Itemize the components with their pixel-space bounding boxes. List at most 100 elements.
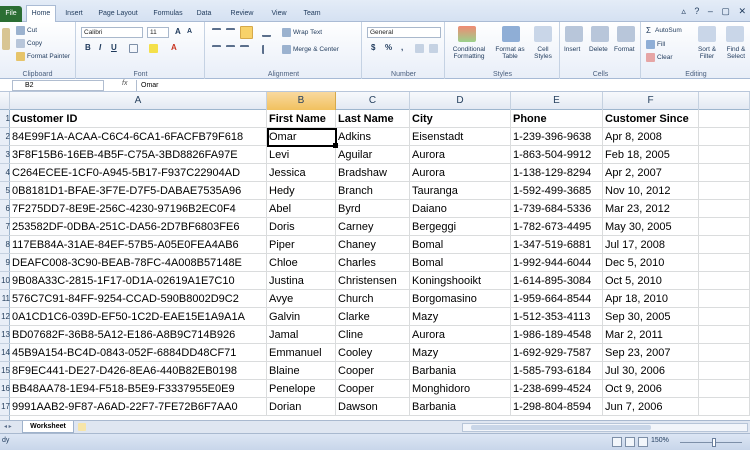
empty-cell[interactable] bbox=[699, 326, 750, 344]
row-header[interactable]: 1 bbox=[0, 110, 10, 128]
paste-icon[interactable] bbox=[2, 28, 10, 50]
wrap-text-button[interactable]: Wrap Text bbox=[293, 29, 322, 36]
delete-cells-icon[interactable] bbox=[591, 26, 609, 42]
sort-filter-icon[interactable] bbox=[698, 26, 716, 42]
customer-since-cell[interactable]: Dec 5, 2010 bbox=[603, 254, 699, 272]
empty-cell[interactable] bbox=[699, 380, 750, 398]
city-cell[interactable]: Koningshooikt bbox=[410, 272, 511, 290]
city-cell[interactable]: Aurora bbox=[410, 326, 511, 344]
minimize-icon[interactable]: – bbox=[708, 6, 713, 16]
empty-cell[interactable] bbox=[699, 110, 750, 128]
row-header[interactable]: 6 bbox=[0, 200, 10, 218]
phone-cell[interactable]: 1-782-673-4495 bbox=[511, 218, 603, 236]
row-header[interactable]: 14 bbox=[0, 344, 10, 362]
column-header-f[interactable]: F bbox=[603, 92, 699, 110]
fill-button[interactable]: Fill bbox=[657, 41, 665, 48]
increase-decimal-icon[interactable] bbox=[415, 44, 424, 53]
city-cell[interactable]: Mazy bbox=[410, 344, 511, 362]
insert-cells-icon[interactable] bbox=[565, 26, 583, 42]
last-name-cell[interactable]: Church bbox=[336, 290, 410, 308]
last-name-cell[interactable]: Charles bbox=[336, 254, 410, 272]
city-cell[interactable]: Tauranga bbox=[410, 182, 511, 200]
cut-button[interactable]: Cut bbox=[27, 27, 37, 34]
first-name-cell[interactable]: Jamal bbox=[267, 326, 336, 344]
autosum-icon[interactable]: Σ bbox=[646, 26, 651, 35]
percent-icon[interactable]: % bbox=[385, 43, 392, 52]
align-top-icon[interactable] bbox=[212, 28, 221, 37]
zoom-slider-thumb[interactable] bbox=[712, 438, 716, 447]
align-middle-icon[interactable] bbox=[226, 28, 235, 37]
align-center-icon[interactable] bbox=[226, 45, 235, 54]
phone-cell[interactable]: 1-863-504-9912 bbox=[511, 146, 603, 164]
customer-since-cell[interactable]: Apr 2, 2007 bbox=[603, 164, 699, 182]
row-header[interactable]: 12 bbox=[0, 308, 10, 326]
empty-cell[interactable] bbox=[699, 218, 750, 236]
customer-since-cell[interactable]: Apr 18, 2010 bbox=[603, 290, 699, 308]
page-layout-view-icon[interactable] bbox=[625, 437, 635, 447]
phone-cell[interactable]: 1-238-699-4524 bbox=[511, 380, 603, 398]
formula-input[interactable]: Omar bbox=[136, 80, 748, 91]
empty-cell[interactable] bbox=[699, 344, 750, 362]
first-name-cell[interactable]: Dorian bbox=[267, 398, 336, 416]
zoom-slider[interactable] bbox=[680, 442, 742, 443]
first-name-cell[interactable]: Piper bbox=[267, 236, 336, 254]
empty-cell[interactable] bbox=[699, 290, 750, 308]
align-bottom-icon[interactable] bbox=[240, 26, 253, 39]
orientation-icon[interactable] bbox=[262, 28, 271, 37]
row-header[interactable]: 3 bbox=[0, 146, 10, 164]
first-name-cell[interactable]: Omar bbox=[267, 128, 336, 146]
help-icon[interactable]: ? bbox=[694, 6, 699, 16]
customer-since-cell[interactable]: Apr 8, 2008 bbox=[603, 128, 699, 146]
name-box[interactable]: B2 bbox=[12, 80, 104, 91]
decrease-decimal-icon[interactable] bbox=[429, 44, 438, 53]
copy-icon[interactable] bbox=[16, 39, 25, 48]
empty-cell[interactable] bbox=[699, 272, 750, 290]
underline-icon[interactable]: U bbox=[111, 43, 117, 52]
indent-icon[interactable] bbox=[262, 45, 271, 54]
phone-cell[interactable]: 1-959-664-8544 bbox=[511, 290, 603, 308]
format-painter-icon[interactable] bbox=[16, 52, 25, 61]
customer-since-cell[interactable]: Feb 18, 2005 bbox=[603, 146, 699, 164]
tab-formulas[interactable]: Formulas bbox=[148, 6, 188, 22]
row-header[interactable]: 7 bbox=[0, 218, 10, 236]
city-cell[interactable]: Mazy bbox=[410, 308, 511, 326]
last-name-cell[interactable]: Cooley bbox=[336, 344, 410, 362]
last-name-cell[interactable]: Branch bbox=[336, 182, 410, 200]
customer-id-cell[interactable]: 9991AAB2-9F87-A6AD-22F7-7FE72B6F7AA0 bbox=[10, 398, 267, 416]
tab-review[interactable]: Review bbox=[226, 6, 258, 22]
first-name-cell[interactable]: Avye bbox=[267, 290, 336, 308]
sheet-nav-icon[interactable]: ◂ ▸ bbox=[4, 423, 12, 430]
row-header[interactable]: 15 bbox=[0, 362, 10, 380]
customer-id-cell[interactable]: 8F9EC441-DE27-D426-8EA6-440B82EB0198 bbox=[10, 362, 267, 380]
merge-center-icon[interactable] bbox=[282, 45, 291, 54]
row-header[interactable]: 4 bbox=[0, 164, 10, 182]
column-header-b[interactable]: B bbox=[267, 92, 336, 110]
tab-page-layout[interactable]: Page Layout bbox=[92, 6, 144, 22]
customer-id-cell[interactable]: 117EB84A-31AE-84EF-57B5-A05E0FEA4AB6 bbox=[10, 236, 267, 254]
last-name-cell[interactable]: Cooper bbox=[336, 380, 410, 398]
customer-id-cell[interactable]: 84E99F1A-ACAA-C6C4-6CA1-6FACFB79F618 bbox=[10, 128, 267, 146]
header-cell-phone[interactable]: Phone bbox=[511, 110, 603, 128]
find-select-button[interactable]: Find & Select bbox=[722, 46, 750, 60]
customer-since-cell[interactable]: Mar 23, 2012 bbox=[603, 200, 699, 218]
phone-cell[interactable]: 1-585-793-6184 bbox=[511, 362, 603, 380]
phone-cell[interactable]: 1-298-804-8594 bbox=[511, 398, 603, 416]
customer-since-cell[interactable]: Jun 7, 2006 bbox=[603, 398, 699, 416]
column-header-e[interactable]: E bbox=[511, 92, 603, 110]
first-name-cell[interactable]: Doris bbox=[267, 218, 336, 236]
first-name-cell[interactable]: Abel bbox=[267, 200, 336, 218]
tab-data[interactable]: Data bbox=[192, 6, 216, 22]
customer-id-cell[interactable]: 45B9A154-BC4D-0843-052F-6884DD48CF71 bbox=[10, 344, 267, 362]
last-name-cell[interactable]: Bradshaw bbox=[336, 164, 410, 182]
phone-cell[interactable]: 1-614-895-3084 bbox=[511, 272, 603, 290]
phone-cell[interactable]: 1-986-189-4548 bbox=[511, 326, 603, 344]
row-header[interactable]: 17 bbox=[0, 398, 10, 416]
customer-since-cell[interactable]: Oct 9, 2006 bbox=[603, 380, 699, 398]
last-name-cell[interactable]: Cline bbox=[336, 326, 410, 344]
city-cell[interactable]: Barbania bbox=[410, 398, 511, 416]
customer-since-cell[interactable]: Jul 17, 2008 bbox=[603, 236, 699, 254]
cell-styles-button[interactable]: Cell Styles bbox=[530, 46, 556, 60]
sort-filter-button[interactable]: Sort & Filter bbox=[694, 46, 720, 60]
first-name-cell[interactable]: Galvin bbox=[267, 308, 336, 326]
customer-id-cell[interactable]: C264ECEE-1CF0-A945-5B17-F937C22904AD bbox=[10, 164, 267, 182]
